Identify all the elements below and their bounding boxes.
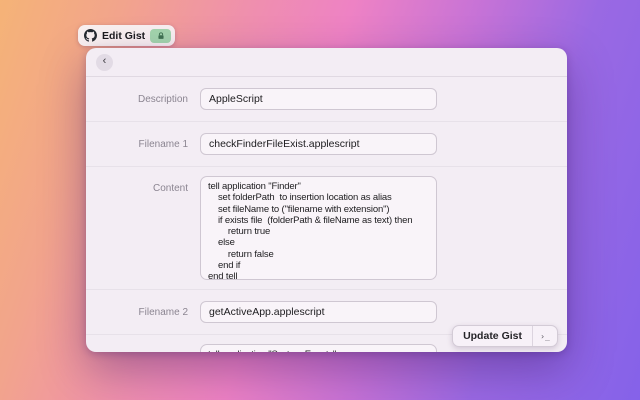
filename-2-input[interactable] bbox=[200, 301, 437, 323]
form-row-description: Description bbox=[86, 77, 567, 122]
update-gist-button[interactable]: Update Gist ›_ bbox=[452, 325, 558, 347]
filename-1-input[interactable] bbox=[200, 133, 437, 155]
form-row-filename-1: Filename 1 bbox=[86, 122, 567, 167]
content-1-label: Content bbox=[86, 176, 188, 194]
back-button[interactable]: ‹ bbox=[96, 54, 113, 71]
window-header: ‹ bbox=[86, 48, 567, 77]
description-input[interactable] bbox=[200, 88, 437, 110]
update-gist-label: Update Gist bbox=[453, 326, 532, 346]
form-row-content-1: Content tell application "Finder" set fo… bbox=[86, 167, 567, 290]
content-2-textarea[interactable]: tell application "System Events" set act… bbox=[200, 344, 437, 352]
shortcut-key-icon: ›_ bbox=[532, 326, 557, 346]
github-icon bbox=[84, 29, 97, 42]
filename-2-label: Filename 2 bbox=[86, 307, 188, 318]
edit-gist-window: ‹ Description Filename 1 Content tell ap… bbox=[86, 48, 567, 352]
badge-title: Edit Gist bbox=[102, 30, 145, 42]
private-gist-chip bbox=[150, 29, 171, 43]
lock-icon bbox=[157, 32, 165, 40]
edit-gist-launcher-badge[interactable]: Edit Gist bbox=[78, 25, 175, 46]
description-label: Description bbox=[86, 94, 188, 105]
filename-1-label: Filename 1 bbox=[86, 139, 188, 150]
content-1-textarea[interactable]: tell application "Finder" set folderPath… bbox=[200, 176, 437, 280]
content-2-label: Content bbox=[86, 344, 188, 352]
gist-form: Description Filename 1 Content tell appl… bbox=[86, 77, 567, 352]
